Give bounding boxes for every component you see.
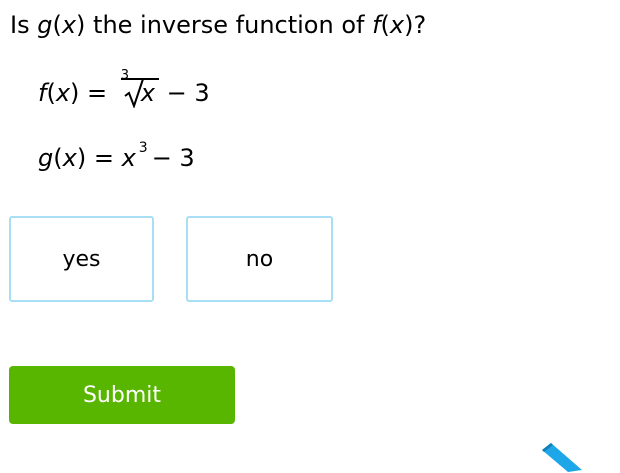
question-f-open-paren: ( <box>380 11 390 39</box>
question-text: Is g(x) the inverse function of f(x)? <box>10 8 426 42</box>
question-prefix: Is <box>10 11 38 39</box>
equation-g-open-paren: ( <box>53 144 63 172</box>
equation-g: g(x) = x 3− 3 <box>38 140 195 179</box>
submit-button[interactable]: Submit <box>9 366 235 424</box>
equation-f-equals: = <box>79 79 115 107</box>
radicand: x <box>120 78 159 106</box>
question-g-variable: x <box>61 11 77 39</box>
equation-g-tail: − 3 <box>151 144 195 172</box>
question-f-function: f <box>372 11 381 39</box>
equation-f-variable: x <box>55 79 71 107</box>
question-middle: the inverse function of <box>85 11 373 39</box>
equation-g-function: g <box>38 144 54 172</box>
answer-choice-no-label: no <box>245 246 274 272</box>
question-f-variable: x <box>389 11 405 39</box>
answer-choice-yes[interactable]: yes <box>9 216 154 302</box>
question-g-function: g <box>37 11 53 39</box>
answer-choice-yes-label: yes <box>62 246 101 272</box>
equation-g-close-paren: ) <box>76 144 87 172</box>
equation-f-tail: − 3 <box>158 79 210 107</box>
cube-root: 3x <box>120 69 159 110</box>
answer-choice-no[interactable]: no <box>186 216 333 302</box>
equation-g-variable: x <box>62 144 77 172</box>
equation-f-close-paren: ) <box>70 79 80 107</box>
equation-f: f(x) = 3x − 3 <box>38 69 210 110</box>
question-g-open-paren: ( <box>52 11 62 39</box>
equation-f-open-paren: ( <box>46 79 56 107</box>
equation-g-equals: = <box>86 144 122 172</box>
equation-g-base: x <box>121 144 136 172</box>
pencil-icon[interactable] <box>538 442 584 473</box>
question-panel: Is g(x) the inverse function of f(x)? f(… <box>0 0 620 473</box>
equation-g-exponent: 3 <box>138 140 148 156</box>
question-g-close-paren: ) <box>76 11 86 39</box>
question-f-close-paren: ) <box>404 11 414 39</box>
question-suffix: ? <box>413 11 427 39</box>
